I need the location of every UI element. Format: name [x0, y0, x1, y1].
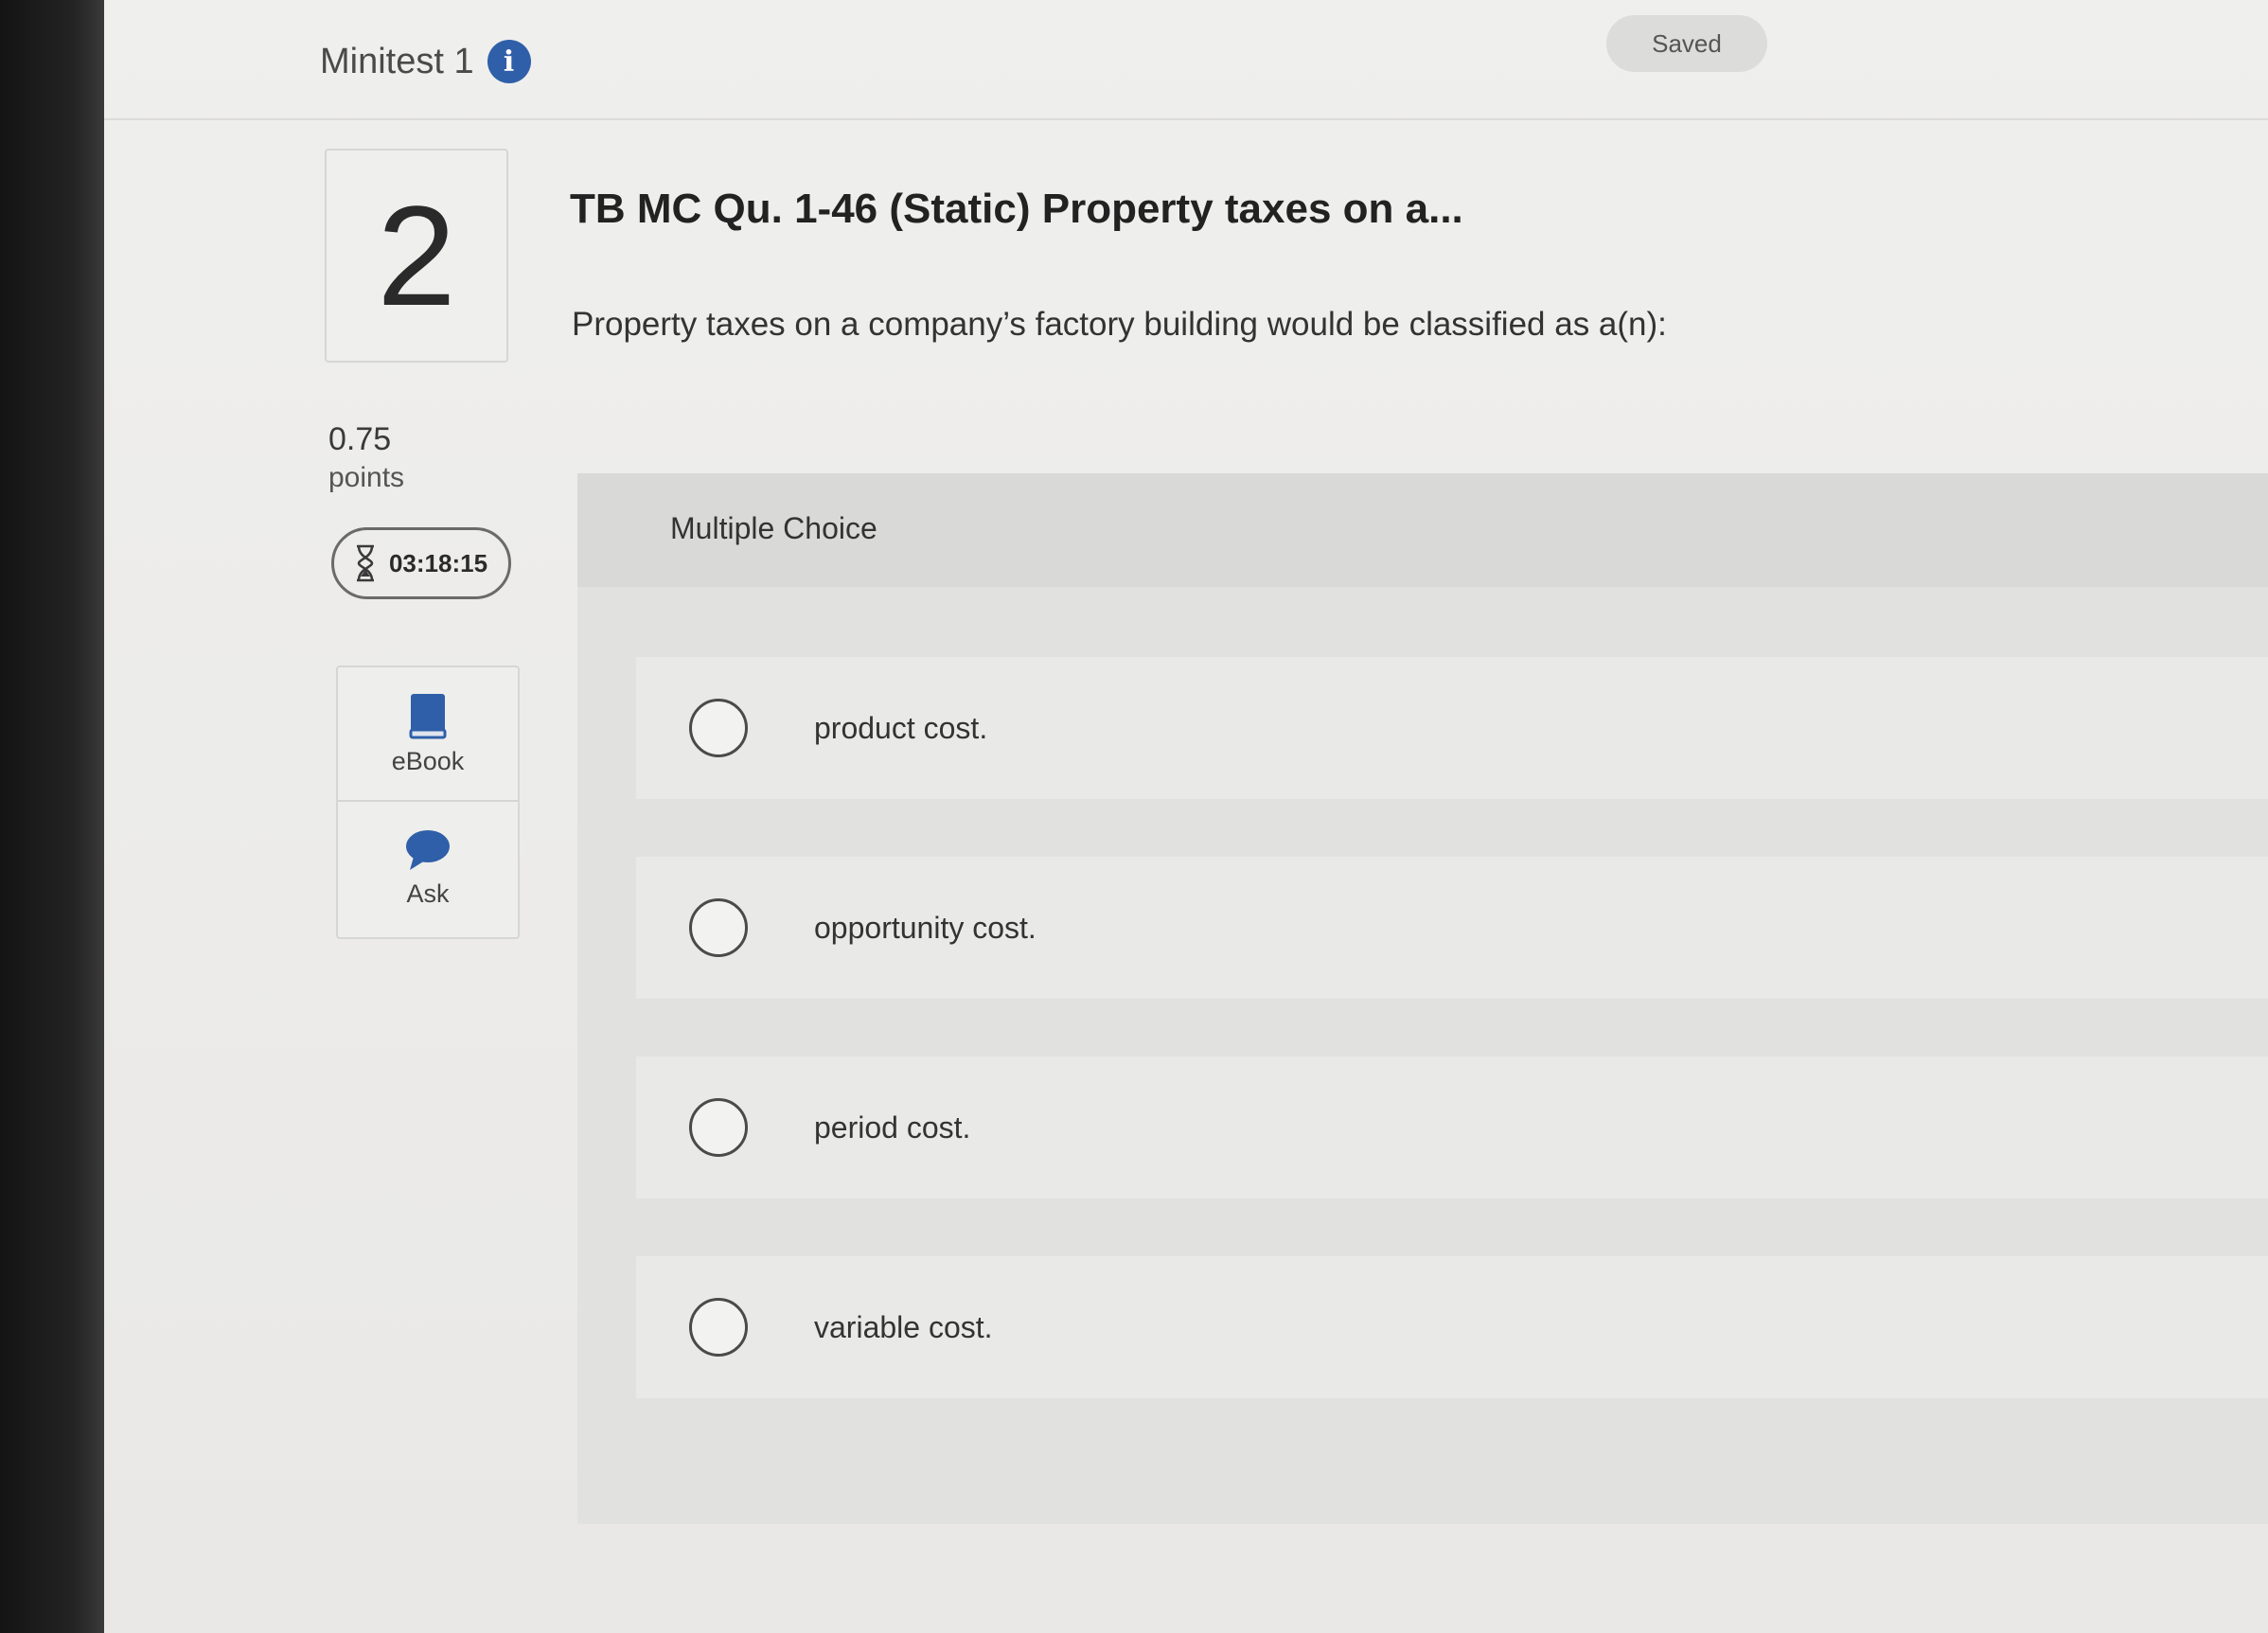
radio-button[interactable]: [689, 898, 748, 957]
hourglass-icon: [356, 544, 374, 582]
answer-option[interactable]: period cost.: [636, 1056, 2268, 1198]
answer-option-label: variable cost.: [814, 1309, 993, 1344]
ask-button[interactable]: Ask: [338, 800, 518, 934]
timer-value: 03:18:15: [388, 548, 488, 577]
points-value: 0.75: [328, 421, 392, 457]
header-bar: Minitest 1 i Saved: [104, 0, 2268, 120]
radio-button[interactable]: [689, 1298, 748, 1357]
question-number-box: 2: [325, 149, 508, 363]
question-text: Property taxes on a company’s factory bu…: [572, 306, 1667, 343]
info-icon[interactable]: i: [487, 40, 531, 83]
question-number: 2: [377, 176, 456, 335]
answer-option[interactable]: variable cost.: [636, 1256, 2268, 1398]
answer-option-label: product cost.: [814, 710, 988, 745]
tools-panel: eBook Ask: [336, 666, 520, 939]
radio-button[interactable]: [689, 699, 748, 757]
answer-option[interactable]: product cost.: [636, 657, 2268, 799]
screen-bezel: [0, 0, 104, 1633]
answer-option-label: period cost.: [814, 1109, 971, 1145]
answer-option[interactable]: opportunity cost.: [636, 857, 2268, 999]
quiz-page: Minitest 1 i Saved 2 0.75 points 03:18:1…: [104, 0, 2268, 1633]
ebook-button[interactable]: eBook: [338, 667, 518, 800]
quiz-title: Minitest 1: [320, 41, 474, 81]
ebook-label: eBook: [391, 746, 465, 775]
answer-option-label: opportunity cost.: [814, 910, 1037, 945]
points-label: points: [328, 462, 405, 493]
multiple-choice-label: Multiple Choice: [670, 511, 877, 545]
saved-status-badge: Saved: [1606, 15, 1767, 72]
multiple-choice-header: Multiple Choice: [577, 473, 2268, 587]
ask-label: Ask: [406, 879, 450, 908]
quiz-title-group: Minitest 1 i: [320, 40, 531, 83]
question-heading: TB MC Qu. 1-46 (Static) Property taxes o…: [570, 186, 1463, 232]
multiple-choice-panel: Multiple Choice product cost. opportunit…: [577, 473, 2268, 1524]
book-icon: [409, 693, 447, 738]
radio-button[interactable]: [689, 1098, 748, 1157]
speech-bubble-icon: [406, 829, 450, 870]
timer-button[interactable]: 03:18:15: [331, 527, 511, 599]
